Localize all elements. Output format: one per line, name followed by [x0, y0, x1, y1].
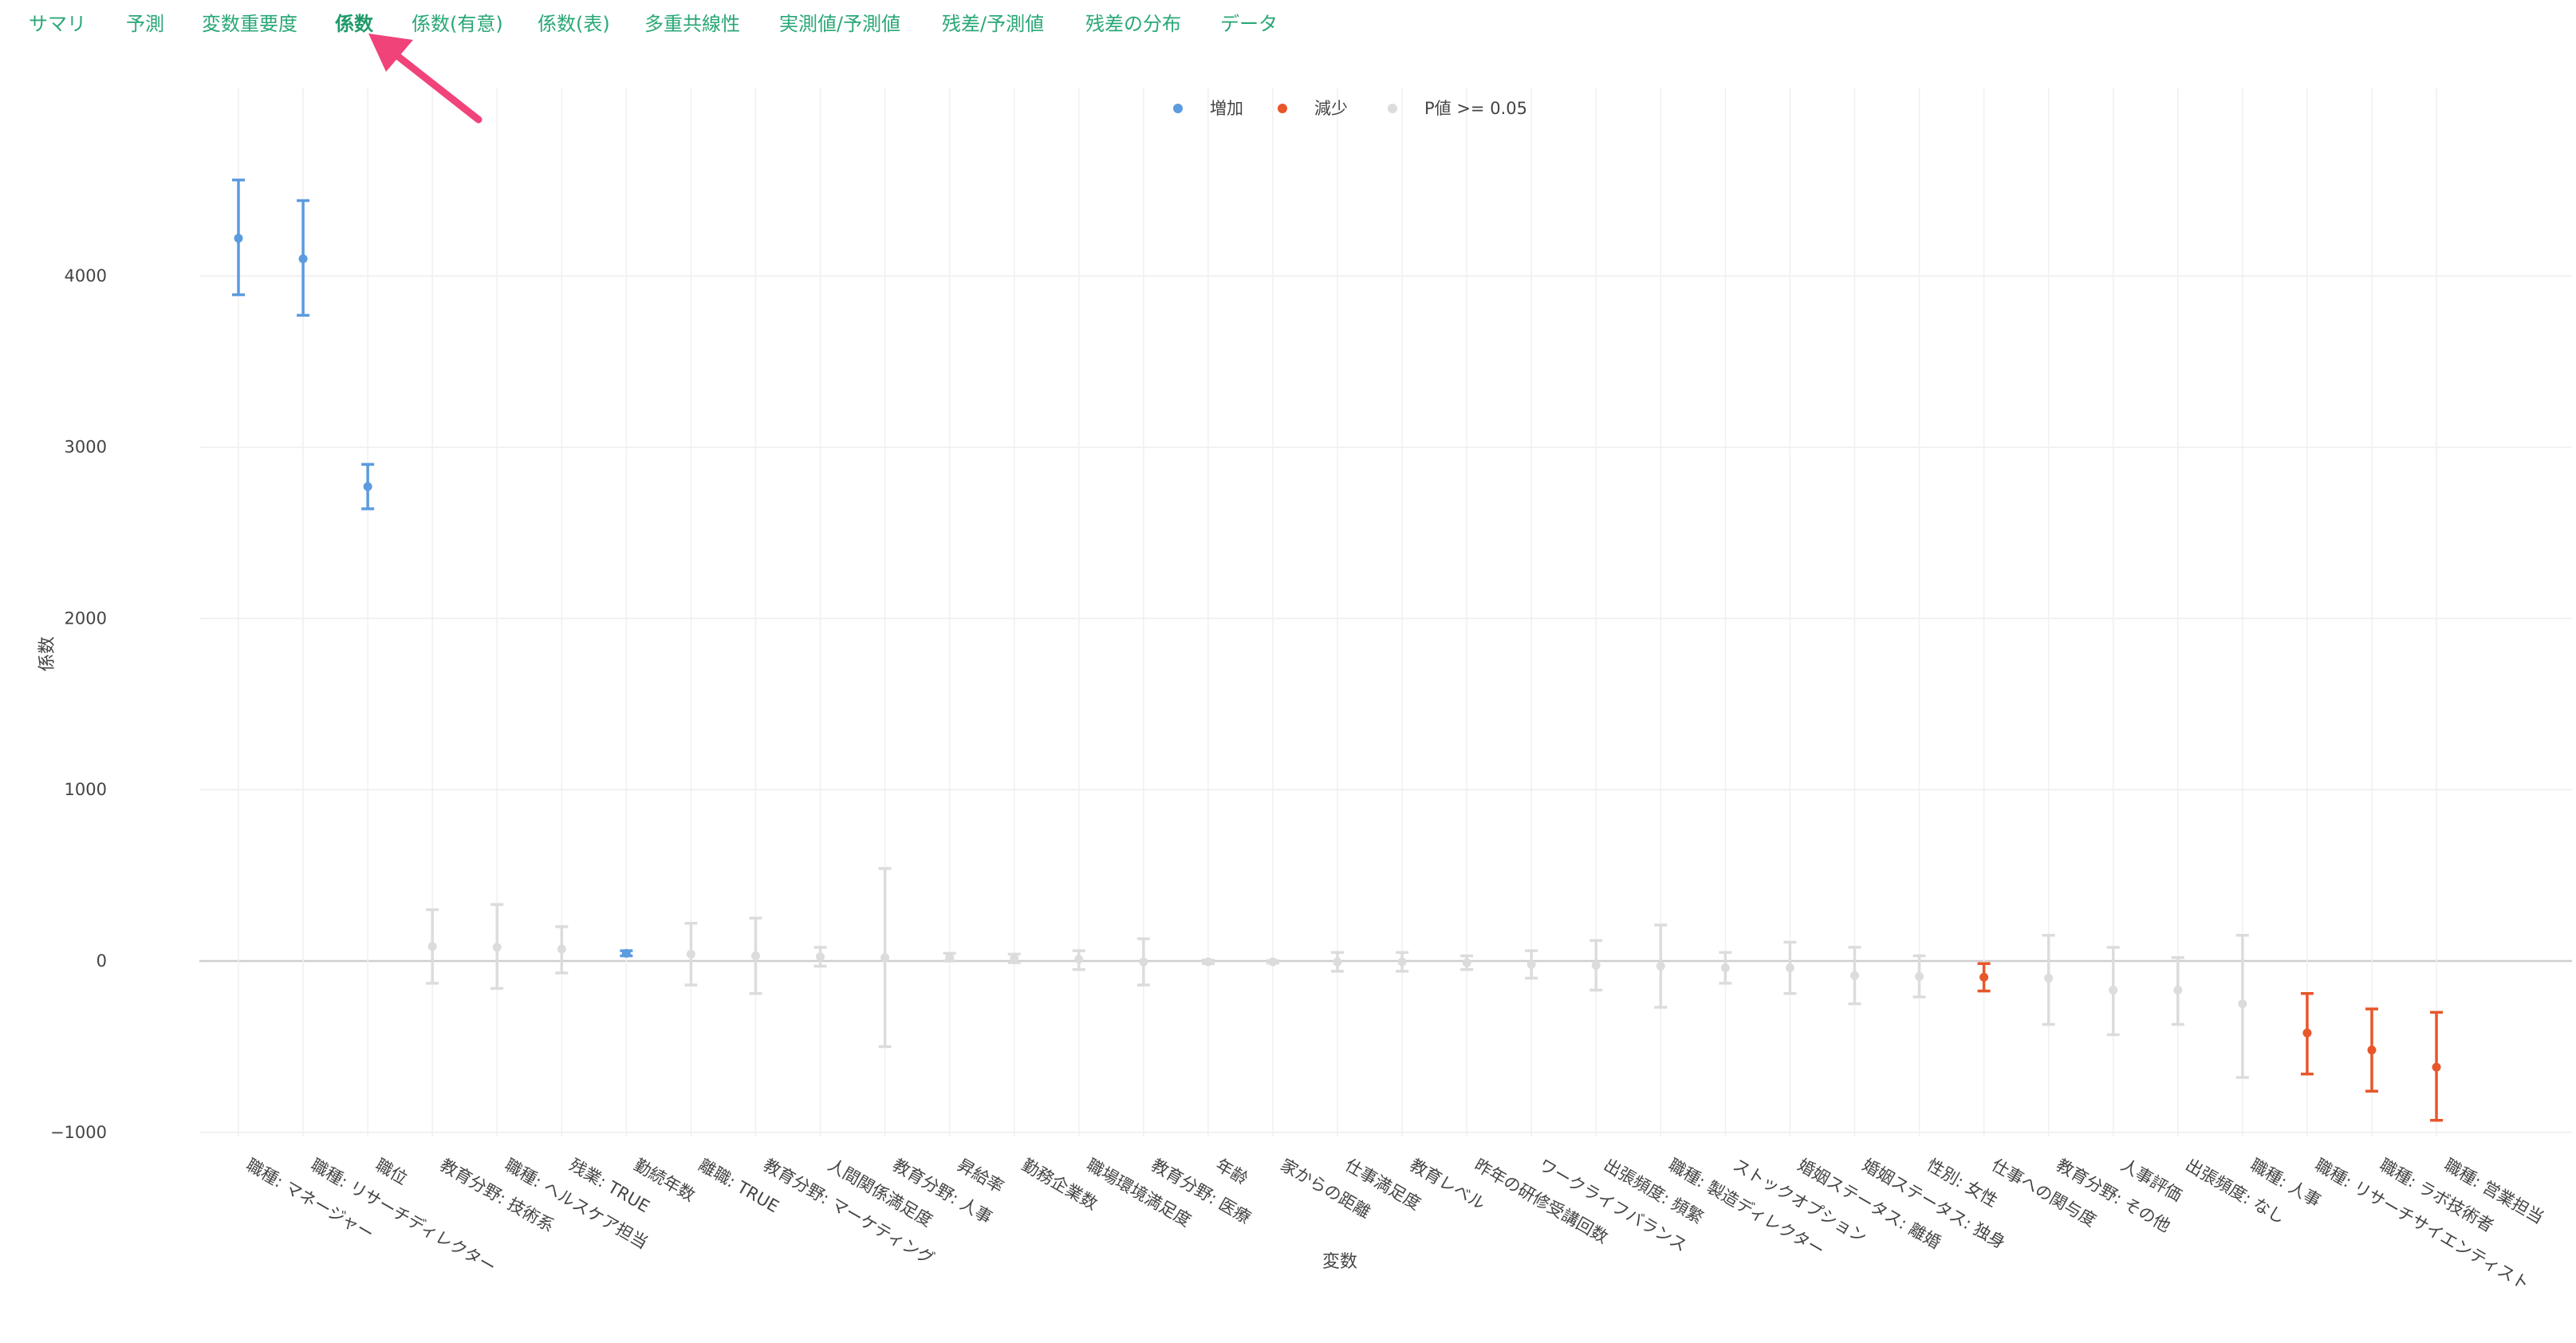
coefficient-marker[interactable]	[2173, 986, 2183, 995]
coefficient-marker[interactable]	[2044, 973, 2054, 983]
coefficient-marker[interactable]	[2238, 999, 2247, 1009]
coefficient-marker[interactable]	[1333, 957, 1342, 967]
y-axis-title: 係数	[37, 636, 57, 672]
legend-label: P値 >= 0.05	[1424, 99, 1527, 118]
legend-marker	[1173, 104, 1183, 113]
coefficient-point[interactable]	[749, 916, 762, 995]
x-axis-title: 変数	[1322, 1252, 1357, 1272]
coefficient-point[interactable]	[2365, 1007, 2378, 1093]
coefficient-marker[interactable]	[945, 953, 955, 963]
y-tick-label: 1000	[65, 780, 107, 799]
coefficient-point[interactable]	[1912, 954, 1926, 998]
coefficient-marker[interactable]	[1139, 957, 1148, 967]
coefficient-point[interactable]	[1589, 939, 1603, 992]
coefficient-point[interactable]	[1266, 957, 1279, 967]
coefficient-marker[interactable]	[1462, 958, 1471, 967]
x-tick-label: 昇給率	[954, 1156, 1007, 1197]
coefficient-marker[interactable]	[427, 942, 437, 951]
coefficient-point[interactable]	[361, 463, 375, 510]
coefficient-point[interactable]	[878, 867, 892, 1049]
x-tick-label: 教育分野: 技術系	[437, 1156, 557, 1236]
y-tick-label: −1000	[50, 1123, 107, 1142]
y-tick-label: 3000	[65, 438, 107, 457]
coefficient-marker[interactable]	[1074, 955, 1084, 964]
coefficient-marker[interactable]	[363, 482, 372, 491]
coefficient-marker[interactable]	[2432, 1062, 2441, 1072]
coefficient-marker[interactable]	[234, 234, 243, 243]
legend-marker	[1278, 104, 1287, 113]
coefficient-point[interactable]	[2235, 934, 2249, 1079]
y-tick-label: 0	[97, 951, 107, 971]
coefficient-marker[interactable]	[750, 951, 760, 961]
coefficient-point[interactable]	[620, 948, 633, 958]
coefficient-marker[interactable]	[1203, 957, 1213, 967]
coefficient-marker[interactable]	[298, 254, 308, 263]
coefficient-marker[interactable]	[492, 943, 502, 952]
legend-label: 減少	[1314, 99, 1348, 118]
coefficient-point[interactable]	[1783, 940, 1797, 995]
legend[interactable]: 増加 減少 P値 >= 0.05	[1173, 99, 1527, 118]
coefficient-marker[interactable]	[1656, 961, 1665, 971]
coefficient-point[interactable]	[813, 946, 827, 968]
coefficient-marker[interactable]	[1526, 959, 1536, 969]
coefficient-point[interactable]	[2300, 992, 2314, 1076]
coefficient-marker[interactable]	[1979, 972, 1989, 982]
coefficient-marker[interactable]	[557, 944, 566, 954]
coefficient-point[interactable]	[1460, 954, 1474, 971]
coefficient-marker[interactable]	[686, 949, 695, 959]
coefficient-point[interactable]	[1654, 924, 1668, 1009]
legend-label: 増加	[1210, 99, 1243, 118]
coefficient-marker[interactable]	[1785, 963, 1794, 973]
coefficient-point[interactable]	[490, 903, 504, 991]
coefficient-marker[interactable]	[880, 953, 890, 963]
coefficient-point[interactable]	[426, 908, 439, 985]
grid	[199, 88, 2572, 1136]
coefficient-marker[interactable]	[816, 952, 825, 962]
coefficient-marker[interactable]	[2367, 1046, 2377, 1055]
x-axis: 職種: マネージャー職種: リサーチディレクター職位 教育分野: 技術系職種: ヘ…	[243, 1156, 2547, 1294]
coefficient-point[interactable]	[1719, 951, 1732, 985]
legend-item[interactable]: 減少	[1278, 99, 1348, 118]
coefficient-point[interactable]	[297, 199, 310, 317]
coefficient-marker[interactable]	[1720, 963, 1730, 973]
coefficient-point[interactable]	[943, 951, 956, 963]
coefficient-point[interactable]	[2042, 934, 2055, 1026]
coefficient-point[interactable]	[1525, 949, 1538, 980]
coefficient-marker[interactable]	[2302, 1028, 2312, 1038]
coefficient-marker[interactable]	[1915, 971, 1924, 981]
x-tick-label: 職位	[372, 1156, 411, 1189]
coefficient-point[interactable]	[1977, 962, 1991, 993]
legend-marker	[1388, 104, 1397, 113]
coefficient-marker[interactable]	[1850, 971, 1859, 980]
coefficient-chart: −1000 0 1000 2000 3000 4000 職種: マネージャー職種: リサー…	[37, 33, 2572, 1294]
coefficient-marker[interactable]	[2109, 986, 2118, 995]
coefficient-point[interactable]	[555, 925, 569, 975]
coefficient-marker[interactable]	[1010, 954, 1019, 963]
y-axis: −1000 0 1000 2000 3000 4000	[50, 266, 107, 1142]
pointer-arrow-icon	[368, 33, 483, 124]
x-tick-label: 年齢	[1212, 1156, 1251, 1189]
coefficient-point[interactable]	[684, 922, 698, 987]
coefficient-point[interactable]	[1848, 946, 1861, 1006]
coefficient-marker[interactable]	[1591, 960, 1601, 970]
coefficient-point[interactable]	[2171, 955, 2184, 1026]
legend-item[interactable]: P値 >= 0.05	[1388, 99, 1527, 118]
coefficient-marker[interactable]	[621, 948, 631, 958]
coefficient-point[interactable]	[2430, 1010, 2444, 1122]
coefficient-point[interactable]	[232, 178, 245, 297]
x-tick-label: 教育分野: その他	[2053, 1156, 2173, 1236]
y-tick-label: 4000	[65, 266, 107, 286]
y-tick-label: 2000	[65, 608, 107, 628]
coefficient-marker[interactable]	[1268, 957, 1278, 967]
coefficient-point[interactable]	[1007, 952, 1021, 964]
coefficient-marker[interactable]	[1397, 957, 1407, 967]
